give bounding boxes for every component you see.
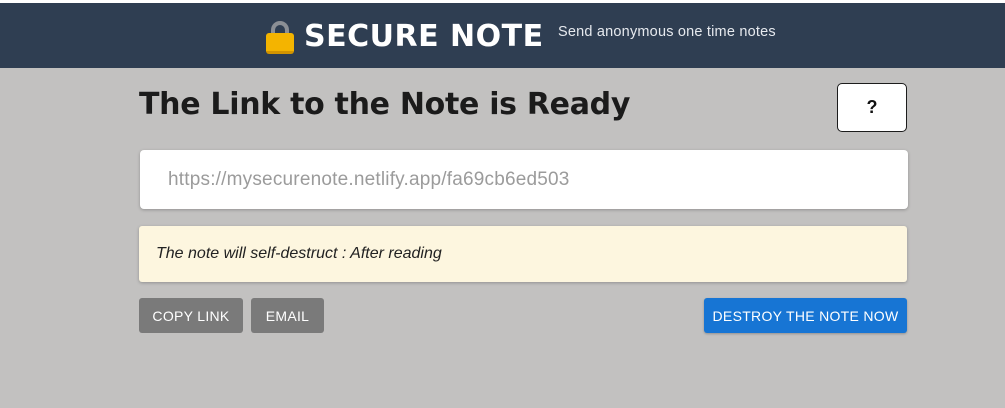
lock-icon	[266, 20, 294, 54]
brand-title: SECURE NOTE	[304, 19, 544, 54]
self-destruct-notice: The note will self-destruct : After read…	[139, 226, 907, 282]
copy-link-button[interactable]: COPY LINK	[139, 298, 243, 333]
email-button[interactable]: EMAIL	[251, 298, 324, 333]
help-button[interactable]: ?	[837, 83, 907, 132]
note-link-field[interactable]	[140, 150, 908, 209]
brand[interactable]: SECURE NOTE	[266, 19, 544, 55]
page-title: The Link to the Note is Ready	[139, 87, 631, 122]
tagline: Send anonymous one time notes	[558, 24, 776, 40]
destroy-note-button[interactable]: DESTROY THE NOTE NOW	[704, 298, 907, 333]
top-bar: SECURE NOTE Send anonymous one time note…	[0, 0, 1005, 68]
notice-text: The note will self-destruct : After read…	[156, 245, 442, 262]
lock-body	[266, 32, 294, 54]
